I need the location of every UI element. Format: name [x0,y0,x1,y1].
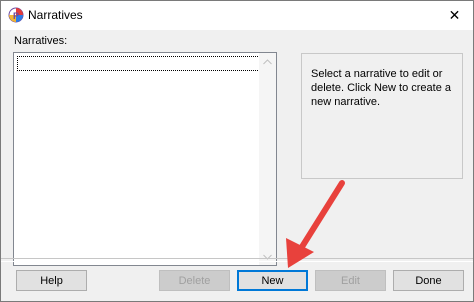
close-icon[interactable]: ✕ [449,7,461,24]
done-button-label: Done [415,274,442,287]
scroll-down-button[interactable] [259,248,276,265]
svg-text:P: P [13,11,19,21]
scroll-up-button[interactable] [259,53,276,70]
title-bar: P Narratives ✕ [1,1,473,30]
window-title: Narratives [28,8,83,22]
new-button[interactable]: New [237,270,308,291]
button-separator [1,258,473,262]
info-panel: Select a narrative to edit or delete. Cl… [301,53,463,179]
help-button[interactable]: Help [16,270,87,291]
chevron-up-icon [263,58,272,64]
dialog-content: Narratives: Select a narrative to edit o… [1,30,473,301]
new-button-label: New [261,274,284,287]
close-button[interactable]: ✕ [436,1,473,30]
edit-button[interactable]: Edit [315,270,386,291]
narratives-dialog: P Narratives ✕ Narratives: Select a narr… [0,0,474,302]
info-text: Select a narrative to edit or delete. Cl… [311,68,452,108]
delete-button[interactable]: Delete [159,270,230,291]
done-button[interactable]: Done [393,270,464,291]
delete-button-label: Delete [178,274,211,287]
help-button-label: Help [40,274,63,287]
narratives-listbox[interactable] [13,52,277,266]
list-focus-rectangle [17,56,262,71]
vertical-scrollbar[interactable] [259,53,276,265]
narratives-list-label: Narratives: [14,35,68,47]
edit-button-label: Edit [341,274,360,287]
app-icon: P [8,7,24,23]
